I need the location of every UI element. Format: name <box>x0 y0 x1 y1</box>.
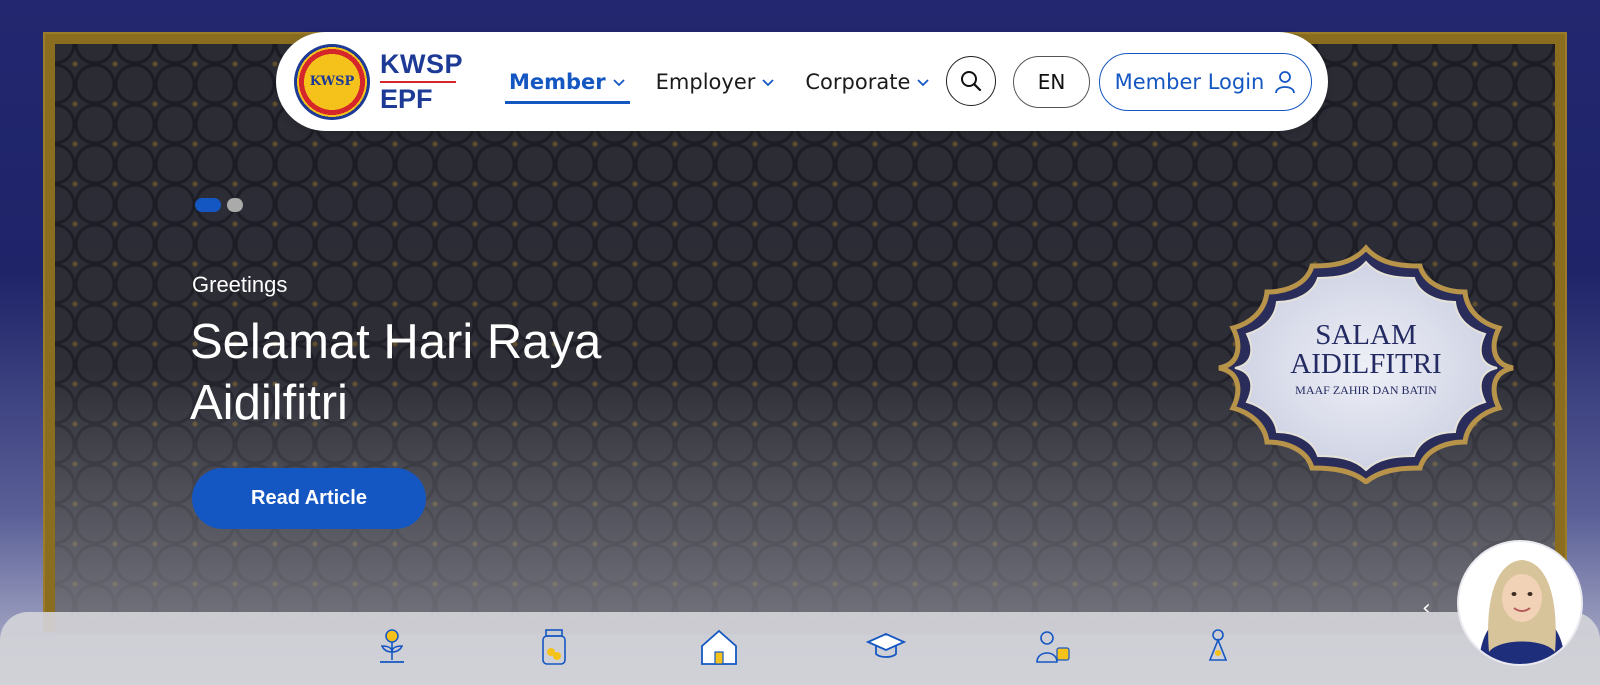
jar-coins-icon[interactable] <box>535 626 575 668</box>
badge-line3: MAAF ZAHIR DAN BATIN <box>1295 383 1437 397</box>
seal-text: KWSP <box>309 74 355 89</box>
savings-plant-icon[interactable] <box>372 626 412 668</box>
house-icon[interactable] <box>699 626 739 668</box>
logo-wordmark: KWSP EPF <box>380 48 463 114</box>
menu-employer-label: Employer <box>655 69 756 94</box>
kwsp-seal-icon: KWSP <box>294 43 370 120</box>
main-navbar: KWSP KWSP EPF Member Employer Corporate … <box>276 32 1328 131</box>
salam-aidilfitri-badge: SALAM AIDILFITRI MAAF ZAHIR DAN BATIN <box>1218 244 1514 484</box>
member-login-label: Member Login <box>1114 70 1265 94</box>
hero-headline: Selamat Hari Raya Aidilfitri <box>190 315 602 430</box>
chevron-down-icon <box>762 78 775 86</box>
badge-line1: SALAM <box>1315 319 1417 351</box>
menu-member[interactable]: Member <box>505 58 630 106</box>
menu-employer[interactable]: Employer <box>656 58 776 106</box>
chevron-down-icon <box>613 78 625 86</box>
search-button[interactable] <box>946 56 996 106</box>
virtual-assistant-avatar[interactable] <box>1457 540 1583 666</box>
graduation-cap-icon[interactable] <box>866 626 906 668</box>
logo-rule <box>380 80 456 83</box>
member-login-button[interactable]: Member Login <box>1099 53 1312 111</box>
language-button[interactable]: EN <box>1013 56 1090 108</box>
read-article-button[interactable]: Read Article <box>192 468 426 529</box>
woman-icon[interactable] <box>1198 626 1238 668</box>
chevron-down-icon <box>917 78 930 86</box>
assistant-portrait <box>1459 542 1581 664</box>
quick-links <box>0 626 1600 676</box>
carousel-dot-1[interactable] <box>195 198 221 212</box>
user-icon <box>1275 71 1296 94</box>
menu-corporate[interactable]: Corporate <box>805 58 930 106</box>
healthcare-icon[interactable] <box>1033 626 1073 668</box>
menu-corporate-label: Corporate <box>805 69 911 94</box>
hero-eyebrow: Greetings <box>192 272 288 297</box>
main-menu: Member Employer Corporate <box>505 58 930 106</box>
menu-member-label: Member <box>509 69 606 94</box>
kwsp-logo[interactable]: KWSP KWSP EPF <box>294 42 463 122</box>
carousel-dot-2[interactable] <box>227 198 243 212</box>
carousel-dots <box>195 198 243 212</box>
language-label: EN <box>1037 70 1066 94</box>
search-icon <box>961 71 982 92</box>
badge-line2: AIDILFITRI <box>1290 348 1441 380</box>
logo-epf-text: EPF <box>380 83 433 114</box>
logo-kwsp-text: KWSP <box>380 48 463 79</box>
